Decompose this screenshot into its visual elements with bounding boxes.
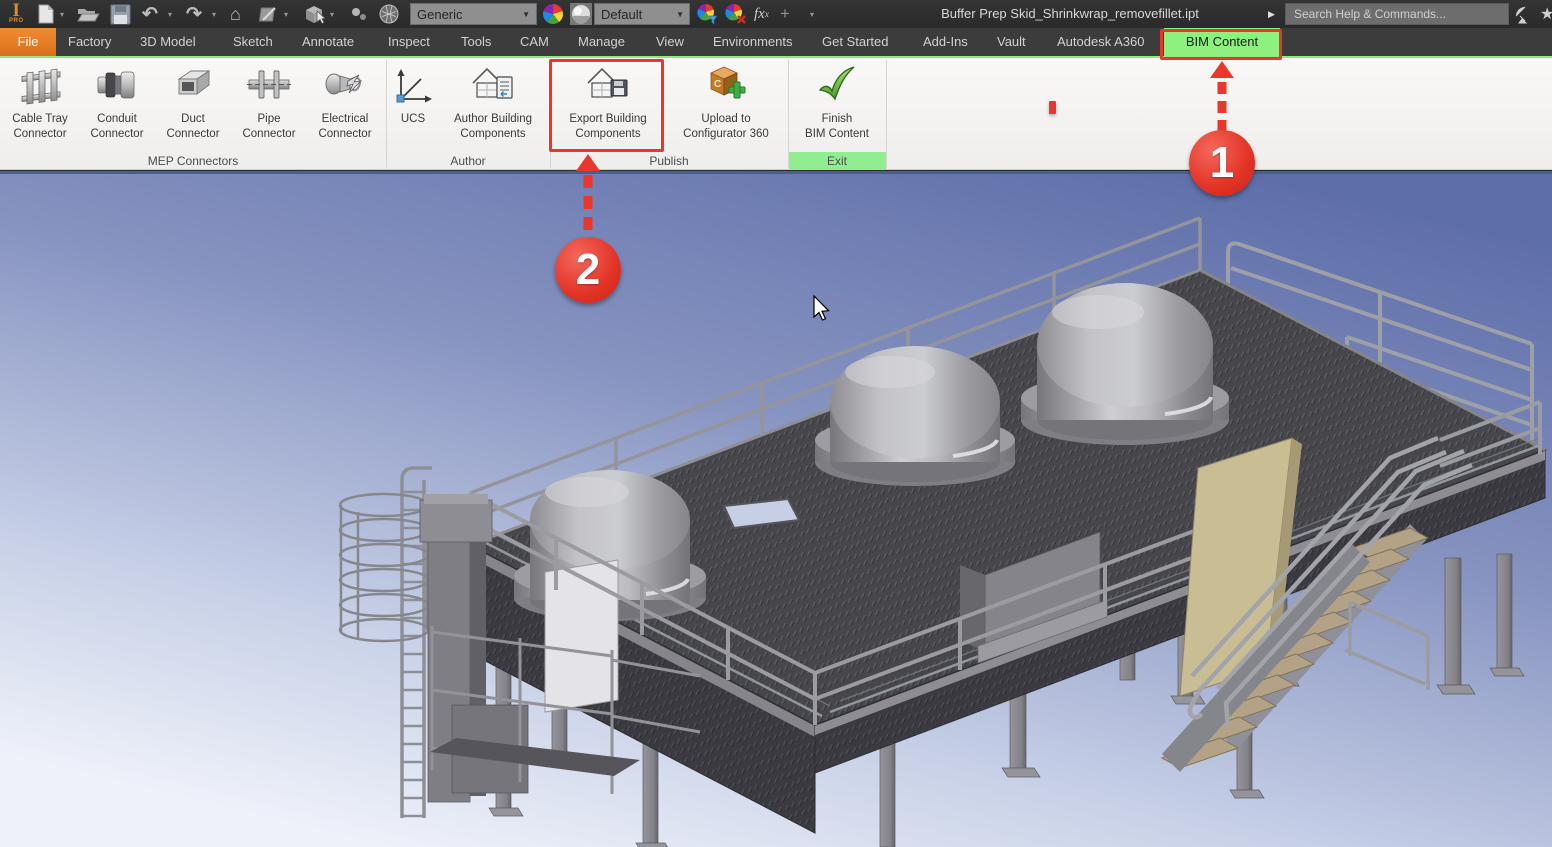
tab-sketch[interactable]: Sketch <box>233 28 273 56</box>
select-dropdown-icon[interactable]: ▾ <box>330 3 334 25</box>
group-label-publish: Publish <box>550 152 788 170</box>
undo-icon[interactable]: ↶ <box>142 3 158 25</box>
ribbon: Cable TrayConnector ConduitConnector Duc… <box>0 58 1552 170</box>
configurator360-cube-icon: C <box>666 60 786 112</box>
component-dots-icon[interactable] <box>348 3 370 25</box>
group-label-author: Author <box>386 152 550 170</box>
title-bar: I PRO ▾ ↶ ▾ ↷ ▾ ⌂ ▾ ▾ Generic ▼ Default … <box>0 0 1552 28</box>
color-wheel-icon[interactable] <box>542 3 564 25</box>
tab-factory[interactable]: Factory <box>68 28 111 56</box>
new-file-icon[interactable] <box>36 3 56 25</box>
favorites-star-icon[interactable]: ★ <box>1540 3 1552 25</box>
conduit-icon <box>79 60 155 112</box>
group-label-mep: MEP Connectors <box>0 152 386 170</box>
sketch-tool-icon[interactable] <box>258 3 280 25</box>
inventor-window: { "title_bar": { "logo_text": "PRO", "do… <box>0 0 1552 847</box>
adjust-appearance-icon[interactable] <box>696 3 720 25</box>
export-building-components-button[interactable]: Export BuildingComponents <box>552 60 664 150</box>
green-check-icon <box>790 60 884 112</box>
tab-add-ins[interactable]: Add-Ins <box>923 28 968 56</box>
author-building-components-button[interactable]: Author BuildingComponents <box>438 60 548 150</box>
document-title: Buffer Prep Skid_Shrinkwrap_removefillet… <box>880 0 1260 28</box>
redo-dropdown-icon[interactable]: ▾ <box>212 3 216 25</box>
tab-3d-model[interactable]: 3D Model <box>140 28 196 56</box>
finish-bim-content-button[interactable]: FinishBIM Content <box>790 60 884 150</box>
tab-inspect[interactable]: Inspect <box>388 28 430 56</box>
ucs-icon <box>390 60 436 112</box>
upload-configurator360-button[interactable]: C Upload toConfigurator 360 <box>666 60 786 150</box>
appearance-dropdown[interactable]: Default ▼ <box>594 3 690 25</box>
open-file-icon[interactable] <box>76 3 100 25</box>
tab-manage[interactable]: Manage <box>578 28 625 56</box>
tab-autodesk-a360[interactable]: Autodesk A360 <box>1057 28 1144 56</box>
select-tool-icon[interactable] <box>302 3 328 25</box>
group-separator <box>886 60 887 168</box>
sketch-tool-dropdown-icon[interactable]: ▾ <box>284 3 288 25</box>
ucs-button[interactable]: UCS <box>390 60 436 150</box>
tab-get-started[interactable]: Get Started <box>822 28 888 56</box>
appearance-sphere-icon[interactable] <box>570 3 592 25</box>
quick-access-dropdown-icon[interactable]: ▾ <box>810 3 814 25</box>
help-communication-icon[interactable] <box>1512 3 1534 25</box>
viewport-top-border <box>0 171 1552 174</box>
tab-annotate[interactable]: Annotate <box>302 28 354 56</box>
svg-text:C: C <box>714 79 721 90</box>
tab-environments[interactable]: Environments <box>713 28 792 56</box>
viewport-3d[interactable] <box>0 171 1552 847</box>
cable-tray-connector-button[interactable]: Cable TrayConnector <box>2 60 78 150</box>
tab-vault[interactable]: Vault <box>997 28 1026 56</box>
globe-material-icon[interactable] <box>378 3 400 25</box>
pipe-icon <box>231 60 307 112</box>
duct-icon <box>155 60 231 112</box>
pipe-connector-button[interactable]: PipeConnector <box>231 60 307 150</box>
ribbon-tab-bar: File Factory 3D Model Sketch Annotate In… <box>0 28 1552 56</box>
tab-cam[interactable]: CAM <box>520 28 549 56</box>
title-expand-icon[interactable]: ▶ <box>1268 3 1275 25</box>
author-building-icon <box>438 60 548 112</box>
tab-tools[interactable]: Tools <box>461 28 491 56</box>
undo-dropdown-icon[interactable]: ▾ <box>168 3 172 25</box>
save-icon[interactable] <box>110 3 131 25</box>
export-building-icon <box>552 60 664 112</box>
material-dropdown[interactable]: Generic ▼ <box>410 3 537 25</box>
tab-file[interactable]: File <box>0 28 56 56</box>
conduit-connector-button[interactable]: ConduitConnector <box>79 60 155 150</box>
cable-tray-icon <box>2 60 78 112</box>
viewport-scene <box>0 171 1552 847</box>
clear-appearance-icon[interactable] <box>724 3 748 25</box>
add-quick-access-icon[interactable]: + <box>780 3 790 25</box>
redo-icon[interactable]: ↷ <box>186 3 202 25</box>
parameters-fx-icon[interactable]: fxx <box>754 3 769 25</box>
annotation-red-tick <box>1049 101 1056 114</box>
duct-connector-button[interactable]: DuctConnector <box>155 60 231 150</box>
inventor-logo[interactable]: I PRO <box>9 3 24 25</box>
home-icon[interactable]: ⌂ <box>230 3 241 25</box>
electrical-icon <box>307 60 383 112</box>
new-file-dropdown-icon[interactable]: ▾ <box>60 3 64 25</box>
tab-bim-content[interactable]: BIM Content <box>1164 28 1280 56</box>
group-label-exit: Exit <box>788 152 886 170</box>
tab-view[interactable]: View <box>656 28 684 56</box>
search-input[interactable] <box>1285 3 1509 25</box>
electrical-connector-button[interactable]: ElectricalConnector <box>307 60 383 150</box>
